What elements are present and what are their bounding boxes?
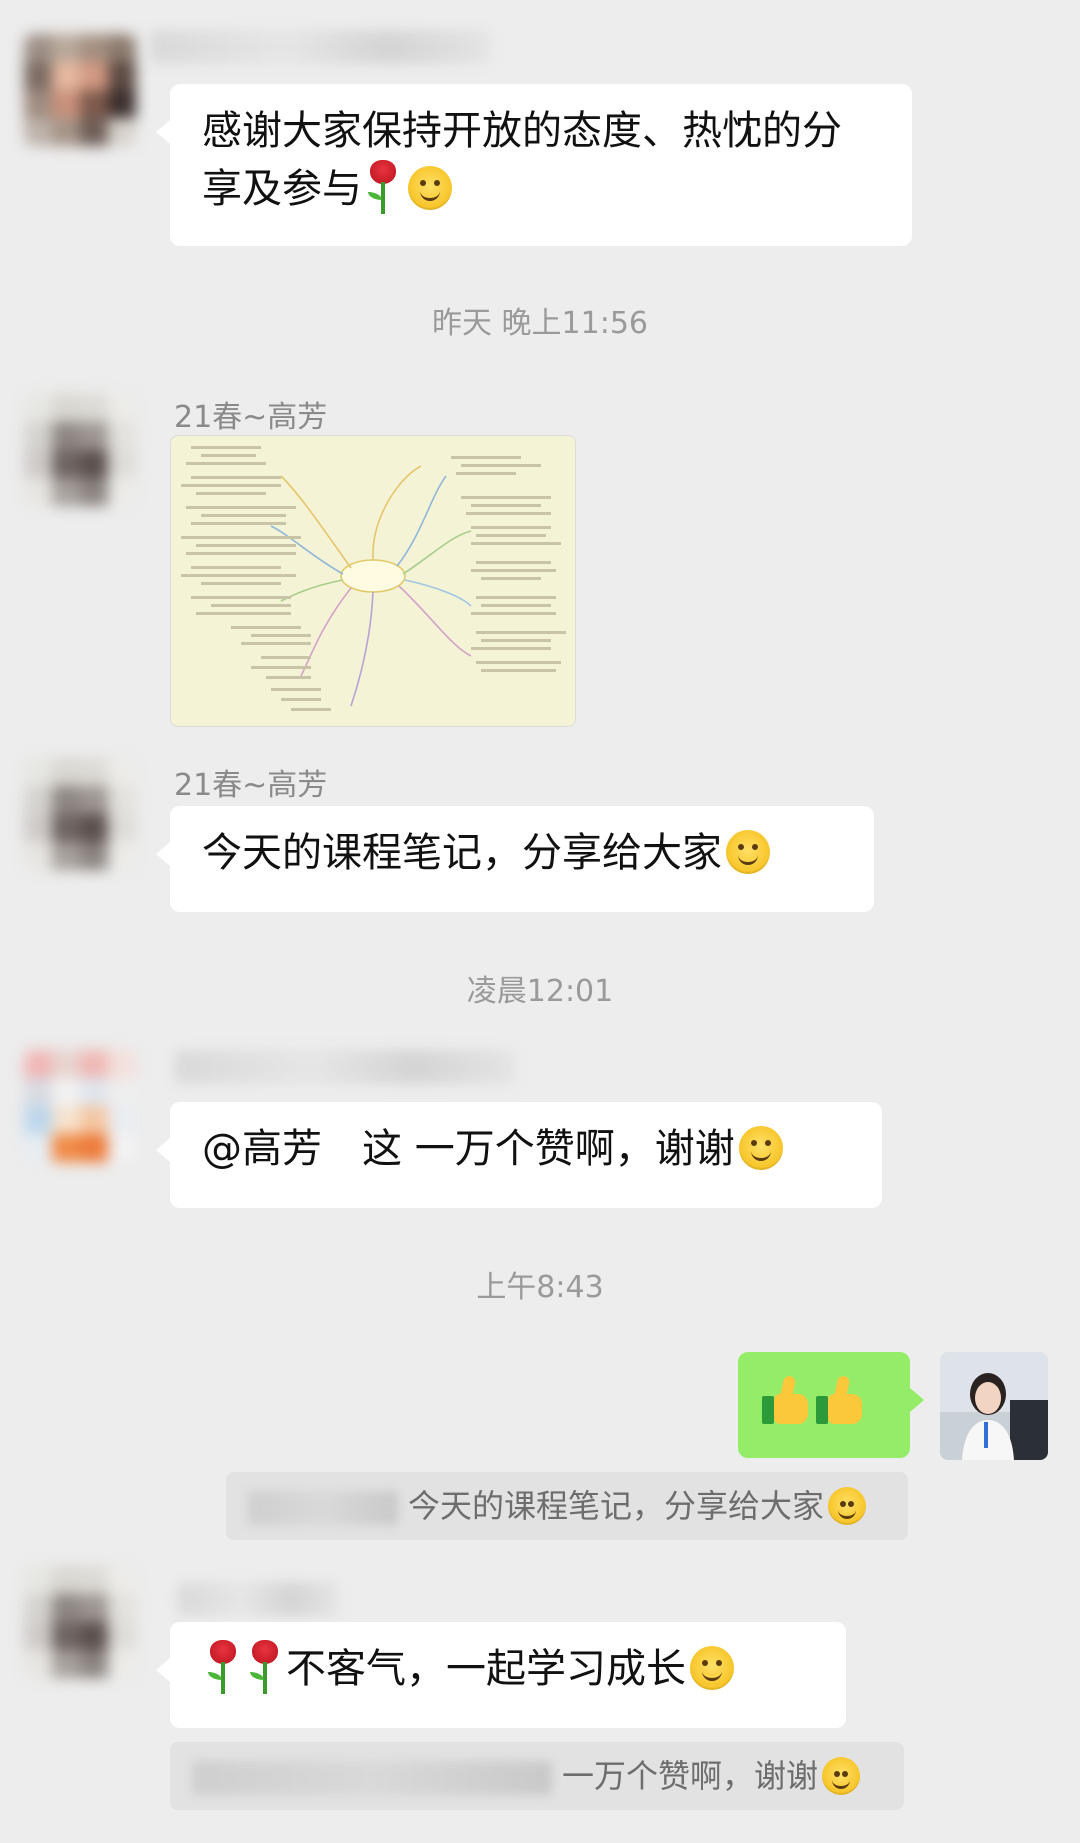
thumbs-up-icon bbox=[816, 1375, 866, 1426]
quoted-sender-redacted bbox=[192, 1761, 552, 1795]
message-text: 感谢大家保持开放的态度、热忱的分享及参与 bbox=[202, 108, 842, 212]
message-bubble[interactable]: 不客气，一起学习成长 bbox=[156, 1622, 846, 1728]
timestamp: 上午8:43 bbox=[476, 1270, 604, 1305]
quoted-sender-redacted bbox=[248, 1491, 398, 1525]
message-bubble-self[interactable] bbox=[738, 1352, 924, 1458]
sender-name-redacted bbox=[178, 1582, 338, 1616]
sender-name-redacted bbox=[150, 30, 490, 64]
message-bubble[interactable]: 感谢大家保持开放的态度、热忱的分享及参与 bbox=[156, 84, 912, 246]
smile-icon bbox=[726, 830, 770, 874]
smile-icon bbox=[690, 1646, 734, 1690]
thumbs-up-icon bbox=[762, 1375, 812, 1426]
message-bubble[interactable]: @高芳这 一万个赞啊，谢谢 bbox=[156, 1102, 882, 1208]
rose-icon bbox=[366, 160, 400, 216]
avatar[interactable] bbox=[24, 34, 136, 146]
avatar[interactable] bbox=[24, 1566, 136, 1678]
sender-name[interactable]: 21春~高芳 bbox=[174, 392, 327, 436]
person-photo bbox=[940, 1352, 1048, 1460]
quoted-text: 一万个赞啊，谢谢 bbox=[562, 1757, 819, 1795]
mind-map-image[interactable] bbox=[170, 435, 576, 727]
mention-link[interactable]: @高芳 bbox=[202, 1126, 322, 1172]
message-bubble[interactable]: 今天的课程笔记，分享给大家 bbox=[156, 806, 874, 912]
avatar[interactable] bbox=[24, 758, 136, 870]
avatar[interactable] bbox=[24, 394, 136, 506]
smile-icon bbox=[822, 1757, 861, 1795]
smile-icon bbox=[408, 166, 452, 210]
message-text: 这 一万个赞啊，谢谢 bbox=[362, 1126, 735, 1172]
rose-icon bbox=[206, 1640, 240, 1696]
message-text: 不客气，一起学习成长 bbox=[286, 1646, 686, 1692]
timestamp: 凌晨12:01 bbox=[466, 974, 614, 1009]
quoted-text: 今天的课程笔记，分享给大家 bbox=[408, 1487, 825, 1525]
avatar[interactable] bbox=[24, 1050, 136, 1162]
quoted-message[interactable]: 今天的课程笔记，分享给大家 bbox=[226, 1472, 908, 1540]
sender-name[interactable]: 21春~高芳 bbox=[174, 760, 327, 804]
message-text: 今天的课程笔记，分享给大家 bbox=[202, 830, 722, 876]
avatar-self[interactable] bbox=[940, 1352, 1048, 1460]
smile-icon bbox=[738, 1126, 783, 1170]
mind-map-graphic bbox=[181, 446, 566, 711]
rose-icon bbox=[248, 1640, 282, 1696]
smile-icon bbox=[828, 1487, 867, 1525]
timestamp: 昨天 晚上11:56 bbox=[432, 306, 648, 341]
sender-name-redacted bbox=[175, 1050, 515, 1084]
quoted-message[interactable]: 一万个赞啊，谢谢 bbox=[170, 1742, 904, 1810]
